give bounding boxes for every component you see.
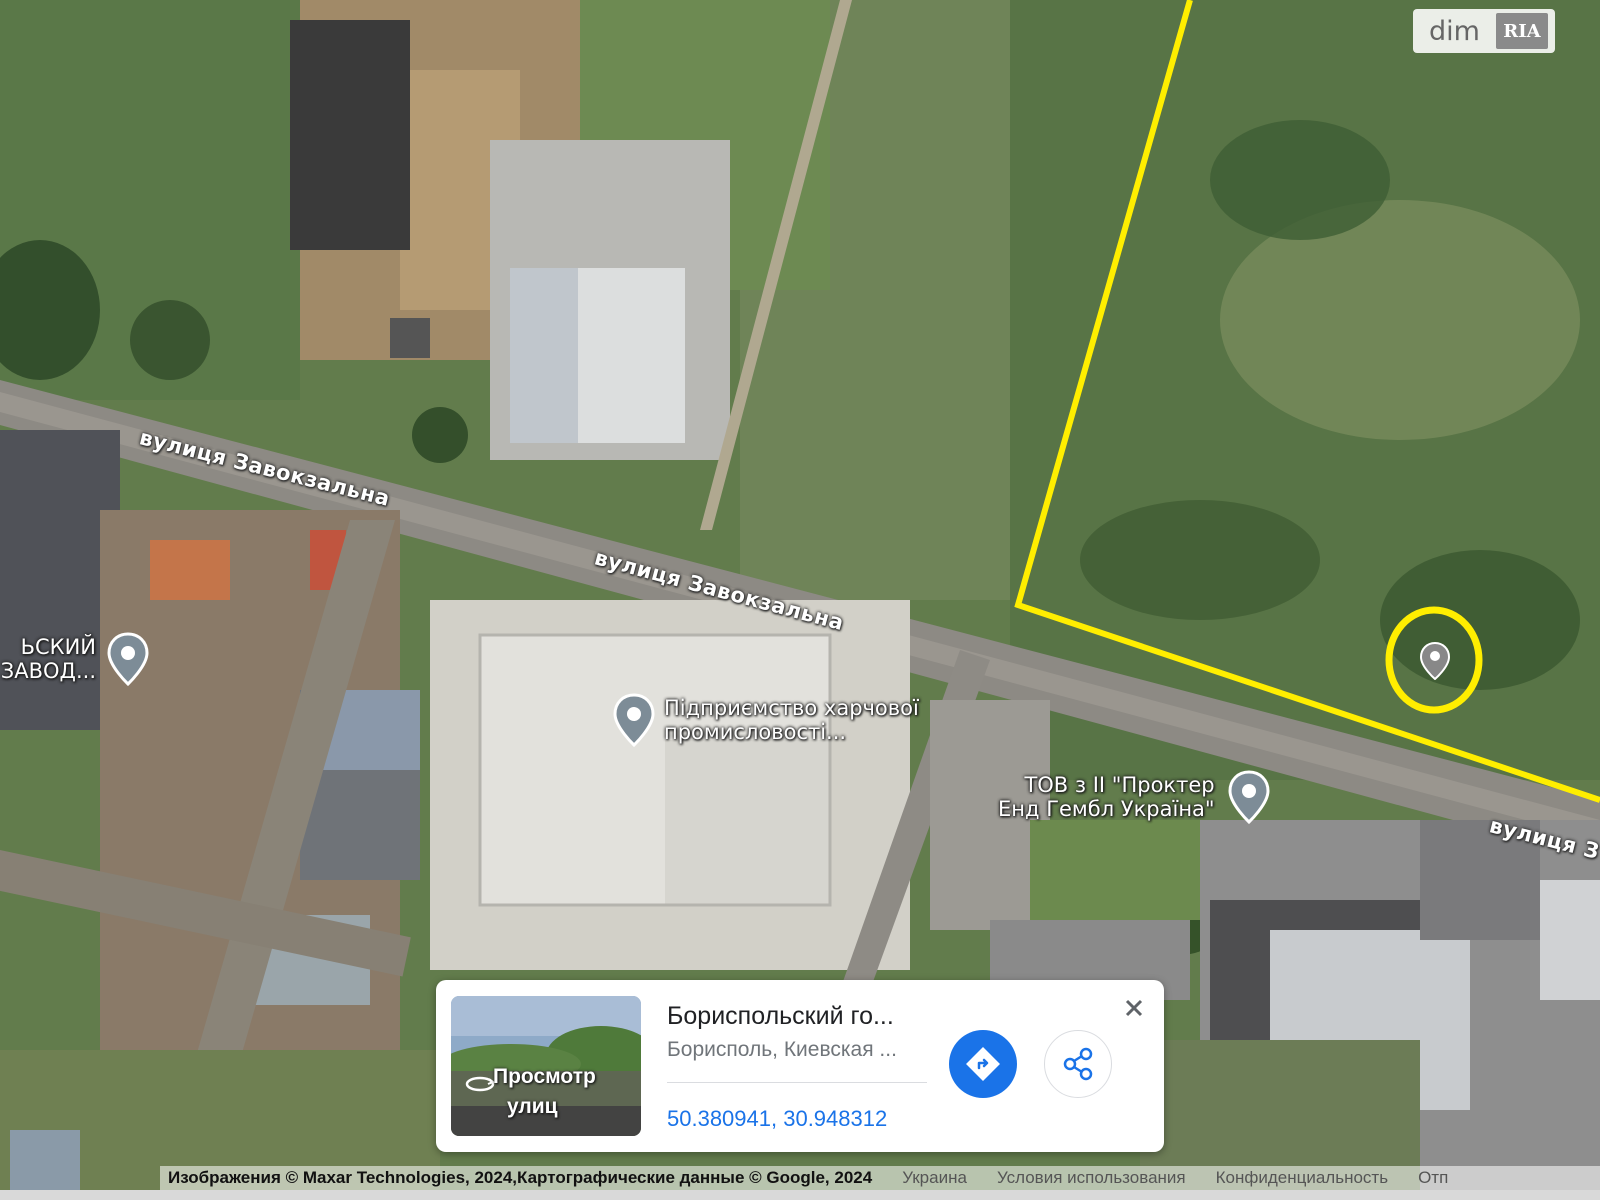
map-pin-icon[interactable] bbox=[612, 693, 656, 747]
street-view-thumbnail[interactable]: Просмотр улиц bbox=[451, 996, 641, 1136]
close-button[interactable] bbox=[1120, 994, 1148, 1022]
share-icon bbox=[1063, 1047, 1093, 1081]
poi-left[interactable]: ЬСКИЙ ЗАВОД... bbox=[0, 632, 150, 686]
location-marker-icon[interactable] bbox=[1420, 642, 1450, 680]
place-coordinates[interactable]: 50.380941, 30.948312 bbox=[667, 1106, 887, 1132]
street-view-icon bbox=[465, 1076, 495, 1092]
map-footer: Изображения © Maxar Technologies, 2024,К… bbox=[160, 1166, 1600, 1190]
share-button[interactable] bbox=[1044, 1030, 1112, 1098]
poi-left-label: ЬСКИЙ ЗАВОД... bbox=[0, 635, 96, 683]
bottom-strip bbox=[0, 1190, 1600, 1200]
poi-center[interactable]: Підприємство харчової промисловості... bbox=[612, 693, 919, 747]
divider bbox=[667, 1082, 927, 1083]
place-address: Борисполь, Киевская ... bbox=[667, 1038, 897, 1061]
watermark-logo: RIA bbox=[1495, 13, 1548, 49]
attribution-text: Изображения © Maxar Technologies, 2024,К… bbox=[168, 1168, 873, 1187]
place-title[interactable]: Бориспольский го... bbox=[667, 1002, 894, 1031]
map-pin-icon[interactable] bbox=[1227, 770, 1271, 824]
map-pin-icon[interactable] bbox=[106, 632, 150, 686]
poi-right[interactable]: ТОВ з ІІ "Проктер Енд Гембл Україна" bbox=[998, 770, 1271, 824]
poi-center-label: Підприємство харчової промисловості... bbox=[664, 696, 919, 744]
footer-link-feedback[interactable]: Отп bbox=[1418, 1168, 1448, 1188]
directions-icon bbox=[966, 1047, 1000, 1081]
directions-button[interactable] bbox=[949, 1030, 1017, 1098]
street-view-label: Просмотр улиц bbox=[493, 1065, 596, 1118]
place-card: Просмотр улиц Бориспольский го... Борисп… bbox=[436, 980, 1164, 1152]
poi-right-label: ТОВ з ІІ "Проктер Енд Гембл Україна" bbox=[998, 773, 1215, 821]
footer-link-privacy[interactable]: Конфиденциальность bbox=[1216, 1168, 1388, 1188]
footer-link-terms[interactable]: Условия использования bbox=[997, 1168, 1186, 1188]
watermark-text: dim bbox=[1429, 15, 1480, 47]
footer-link-country[interactable]: Украина bbox=[902, 1168, 967, 1188]
close-icon bbox=[1125, 999, 1143, 1017]
dim-ria-watermark: dim RIA bbox=[1413, 9, 1555, 53]
